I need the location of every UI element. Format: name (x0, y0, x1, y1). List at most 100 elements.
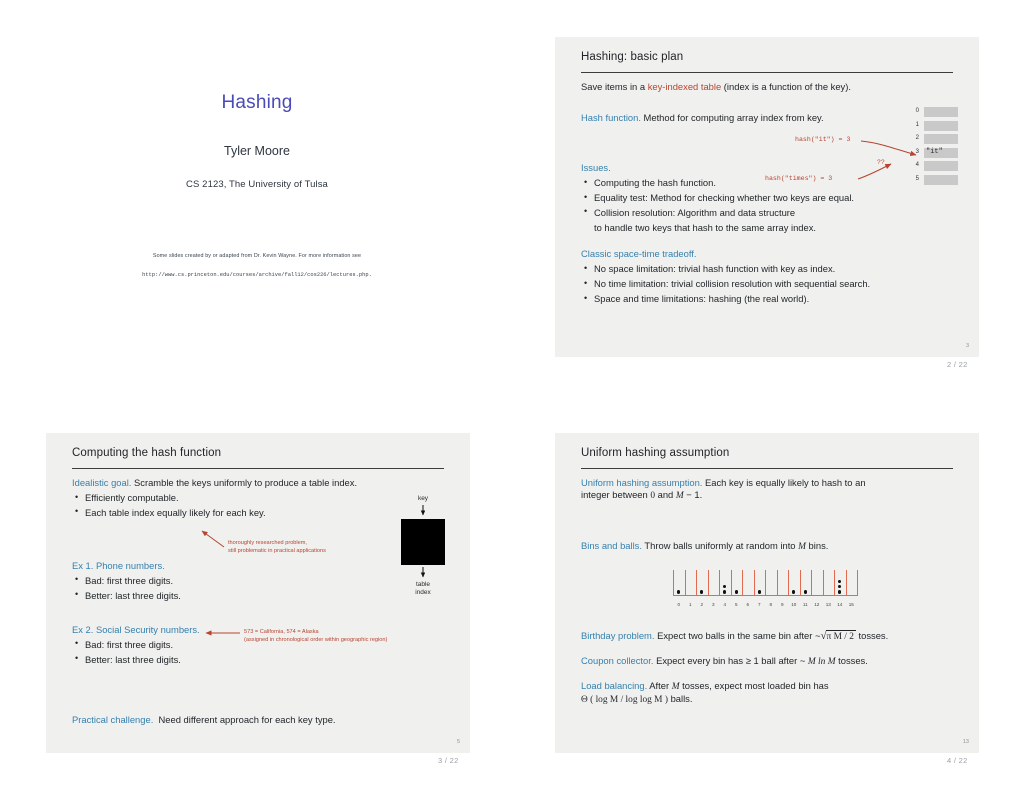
row-cell (923, 106, 959, 119)
uha-text-1: Each key is equally likely to hash to an (705, 477, 866, 488)
ball (677, 590, 681, 594)
table-row: 3 "it" (907, 146, 959, 161)
black-box (401, 519, 445, 566)
bin-divider (696, 570, 698, 596)
slide-2-heading-rule (581, 72, 953, 74)
bin-label: 6 (746, 602, 750, 607)
uha-text-2-post: − 1. (683, 489, 703, 501)
table-row: 2 (907, 133, 959, 147)
presentation-author: Tyler Moore (224, 144, 290, 158)
research-annotation: thoroughly researched problem, still pro… (228, 539, 326, 555)
row-index: 3 (915, 148, 919, 155)
slide-4-heading-rule (581, 468, 953, 470)
intro-line: Save items in a key-indexed table (index… (581, 81, 959, 93)
bin-label: 12 (814, 602, 820, 607)
coupon-text-pre: Expect every bin has ≥ 1 ball after ~ (656, 655, 808, 667)
table-row: 1 (907, 119, 959, 134)
list-item: No time limitation: trivial collision re… (581, 278, 959, 290)
table-row: 0 (907, 106, 959, 120)
uha-label: Uniform hashing assumption. (581, 477, 703, 488)
list-item: Better: last three digits. (72, 653, 450, 666)
bin-label: 2 (700, 602, 704, 607)
coupon-formula: M ln M (807, 657, 836, 668)
slide-4-body: Uniform hashing assumption. Each key is … (581, 477, 959, 553)
slide-2-original-number: 3 (965, 343, 969, 349)
table-index-label-line-1: table (415, 581, 431, 589)
tradeoff-label: Classic space-time tradeoff. (581, 248, 697, 260)
bin-label: 9 (780, 602, 784, 607)
ball (700, 590, 704, 594)
bin-label: 11 (802, 602, 808, 607)
hash-it-annotation: hash("it") = 3 (795, 136, 851, 143)
slide-2-heading: Hashing: basic plan (581, 51, 684, 63)
row-index: 0 (915, 108, 919, 114)
slide-handout-page: Hashing Tyler Moore CS 2123, The Univers… (0, 0, 1020, 788)
bin-label: 7 (757, 602, 761, 607)
row-cell (923, 133, 959, 146)
slide-1-title: Hashing Tyler Moore CS 2123, The Univers… (47, 34, 467, 356)
row-cell (923, 119, 959, 132)
bin-divider (753, 570, 755, 596)
hash-function-label: Hash function. (581, 112, 641, 124)
load-text-pre: After (649, 680, 672, 692)
bin-label: 15 (848, 602, 854, 607)
bins-m: M (798, 542, 806, 553)
ball (803, 590, 807, 594)
bin-divider (742, 570, 744, 596)
table-index-label-line-2: index (415, 589, 431, 597)
issues-continuation: to handle two keys that hash to the same… (594, 221, 817, 233)
birthday-text-post: tosses. (855, 630, 889, 641)
slide-2-body: Save items in a key-indexed table (index… (581, 81, 959, 308)
hash-function-line: Hash function. Method for computing arra… (581, 112, 959, 124)
coupon-label: Coupon collector. (581, 655, 654, 667)
ball (838, 585, 842, 589)
ball (838, 590, 842, 594)
load-text-post: tosses, expect most loaded bin has (679, 680, 829, 692)
intro-pre: Save items in a (581, 81, 648, 92)
bin-divider (788, 570, 790, 596)
bin-divider (707, 570, 709, 596)
bin-label: 4 (723, 602, 727, 607)
table-row: 5 (907, 173, 959, 188)
ball (723, 590, 727, 594)
hash-function-blackbox-diagram: key table index (388, 495, 458, 597)
research-annotation-line-1: thoroughly researched problem, (228, 540, 307, 546)
load-balancing-formula-line: Θ ( log M / log log M ) balls. (581, 693, 959, 706)
uha-text-2-pre: integer between (581, 489, 651, 501)
slide-3-page-number: 3 / 22 (438, 756, 459, 765)
slide-4-uniform-hashing-assumption: Uniform hashing assumption Uniform hashi… (555, 433, 979, 753)
birthday-label: Birthday problem. (581, 630, 655, 641)
bins-text-pre: Throw balls uniformly at random into (644, 540, 799, 552)
list-item: Space and time limitations: hashing (the… (581, 293, 959, 305)
bin-divider (799, 570, 801, 596)
birthday-problem-line: Birthday problem. Expect two balls in th… (581, 629, 959, 643)
bin-divider (822, 570, 824, 596)
load-formula: Θ ( log M / log log M ) (581, 695, 668, 706)
bin-divider (776, 570, 778, 596)
practical-challenge-label: Practical challenge. (72, 713, 154, 725)
list-item: No space limitation: trivial hash functi… (581, 263, 959, 275)
bin-label: 3 (711, 602, 715, 607)
bin-divider (811, 570, 813, 596)
idealistic-goal-label: Idealistic goal. (72, 477, 132, 488)
slide-4-body-lower: Birthday problem. Expect two balls in th… (581, 629, 959, 706)
slide-3-original-number: 5 (456, 739, 460, 745)
list-item: Collision resolution: Algorithm and data… (581, 206, 959, 219)
ball (723, 585, 727, 589)
row-value: "it" (926, 148, 943, 156)
row-index: 2 (915, 135, 919, 141)
ssn-annotation-line-1: 573 = California, 574 = Alaska (244, 629, 319, 635)
row-index: 1 (915, 121, 919, 128)
uha-m: M (675, 491, 684, 502)
credit-line: Some slides created by or adapted from D… (152, 253, 362, 259)
issues-label: Issues. (581, 162, 611, 174)
collision-question-marks: ?? (877, 159, 885, 166)
key-indexed-table-term: key-indexed table (647, 81, 722, 92)
research-annotation-line-2: still problematic in practical applicati… (228, 548, 326, 555)
bin-label: 14 (837, 602, 843, 607)
slide-3-heading: Computing the hash function (72, 447, 222, 459)
bins-text-post: bins. (805, 540, 829, 552)
slide-4-original-number: 13 (962, 739, 969, 745)
row-cell (923, 160, 959, 173)
bin-label: 1 (688, 602, 692, 607)
